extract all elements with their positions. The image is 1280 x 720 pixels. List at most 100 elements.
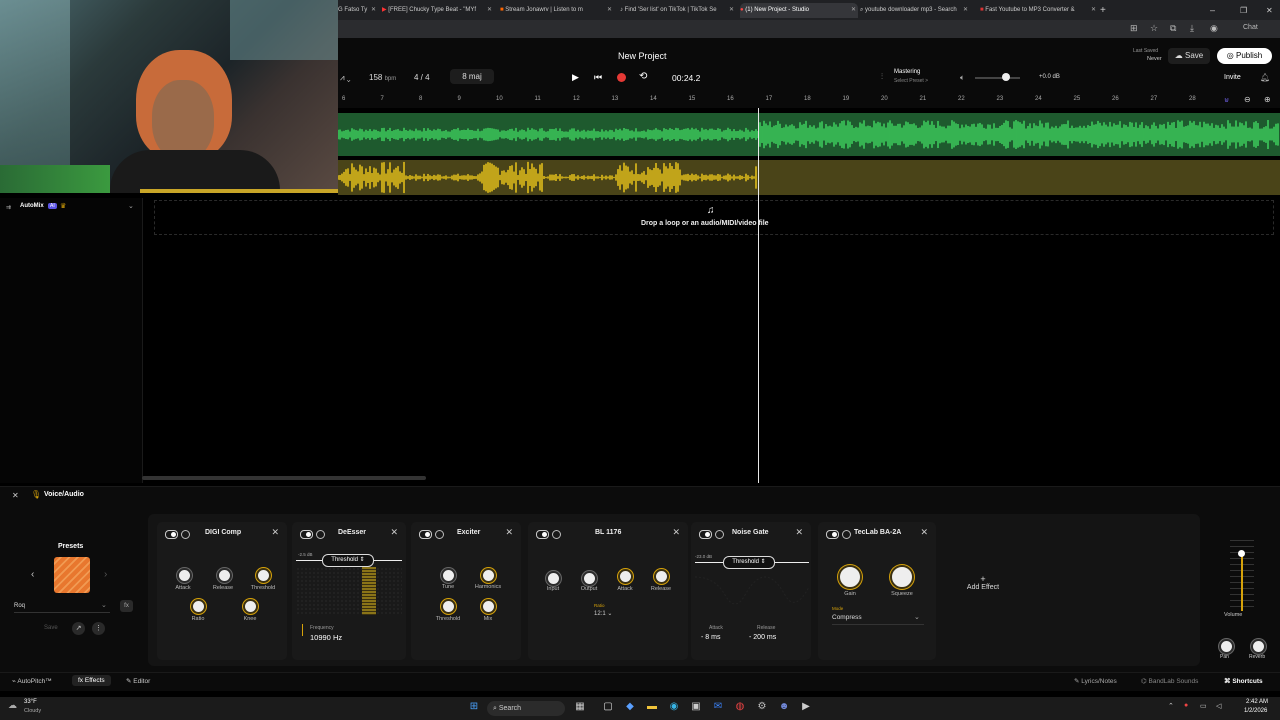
share-icon[interactable]: ↗ — [72, 622, 85, 635]
master-volume-slider[interactable] — [975, 77, 1020, 79]
automix-icon[interactable]: ⇉ — [6, 204, 11, 211]
ratio-select[interactable]: 12:1 ⌄ — [594, 610, 612, 617]
favorites-icon[interactable]: ☆ — [1150, 23, 1158, 34]
zoom-in-icon[interactable]: ⊕ — [1264, 95, 1271, 104]
close-icon[interactable]: ✕ — [963, 3, 968, 18]
harmonics-knob[interactable] — [481, 568, 496, 583]
attack-knob[interactable] — [618, 569, 633, 584]
threshold-control[interactable]: Threshold ⇕ — [322, 554, 374, 567]
steam-icon[interactable]: ⚙ — [756, 701, 768, 713]
release-value[interactable]: - 200 ms — [749, 634, 776, 641]
save-button[interactable]: ☁ Save — [1168, 48, 1210, 64]
tune-knob[interactable] — [441, 568, 456, 583]
close-icon[interactable]: ✕ — [390, 527, 398, 538]
effect-toggle[interactable] — [300, 530, 313, 539]
copilot-button[interactable]: Chat — [1243, 24, 1258, 31]
bandlab-sounds-button[interactable]: ⌬ BandLab Sounds — [1141, 677, 1198, 685]
effect-exciter[interactable]: Exciter ✕ Tune Harmonics Threshold Mix — [411, 522, 521, 660]
chevron-down-icon[interactable]: ⌄ — [128, 202, 134, 210]
zoom-out-icon[interactable]: ⊖ — [1244, 95, 1251, 104]
project-title[interactable]: New Project — [618, 51, 667, 61]
speaker-icon[interactable]: ◁ — [1216, 702, 1221, 710]
discord-icon[interactable]: ☻ — [778, 701, 790, 713]
output-knob[interactable] — [582, 571, 597, 586]
power-icon[interactable] — [552, 530, 561, 539]
avatar[interactable]: ◉ — [1210, 23, 1218, 34]
attack-knob[interactable] — [177, 568, 192, 583]
fx-icon[interactable]: fx — [120, 600, 133, 612]
task-view-icon[interactable]: ▦ — [574, 701, 586, 713]
time-signature[interactable]: 4 / 4 — [414, 73, 430, 82]
edge-icon[interactable]: ◉ — [668, 701, 680, 713]
close-icon[interactable]: ✕ — [271, 527, 279, 538]
collections-icon[interactable]: ⧉ — [1170, 23, 1176, 34]
snap-icon[interactable]: ⊍ — [1224, 96, 1229, 104]
pan-knob[interactable] — [1219, 639, 1234, 654]
battery-icon[interactable]: ▭ — [1200, 702, 1207, 710]
automix-label[interactable]: AutoMix — [20, 203, 44, 209]
browser-tab-active[interactable]: ● (1) New Project - Studio ✕ — [740, 3, 858, 18]
preset-prev-arrow[interactable]: ‹ — [31, 569, 34, 580]
mix-knob[interactable] — [481, 599, 496, 614]
browser-tab[interactable]: ♪ Find 'Ser list' on TikTok | TikTok Se ✕ — [620, 3, 736, 18]
chevron-down-icon[interactable]: ⌄ — [914, 613, 920, 621]
preset-artwork[interactable] — [54, 557, 90, 593]
effect-toggle[interactable] — [699, 530, 712, 539]
close-icon[interactable]: ✕ — [672, 527, 680, 538]
copilot-icon[interactable]: ◆ — [624, 701, 636, 713]
media-player-icon[interactable]: ▶ — [800, 701, 812, 713]
speaker-icon[interactable]: 🔈︎ — [960, 73, 965, 83]
input-knob[interactable] — [546, 571, 561, 586]
download-icon[interactable]: ⤓ — [1190, 23, 1194, 34]
playhead[interactable] — [758, 108, 759, 483]
ratio-knob[interactable] — [191, 599, 206, 614]
frequency-value[interactable]: 10990 Hz — [310, 633, 342, 642]
metronome-icon[interactable]: ⩘ ⌄ — [340, 73, 351, 83]
power-icon[interactable] — [316, 530, 325, 539]
release-knob[interactable] — [654, 569, 669, 584]
window-close-icon[interactable]: ✕ — [1266, 3, 1278, 18]
horizontal-scrollbar[interactable] — [142, 476, 426, 480]
effect-deesser[interactable]: DeEsser ✕ -2.5 dB Threshold ⇕ Frequency … — [292, 522, 406, 660]
record-button[interactable] — [617, 73, 626, 82]
bpm-field[interactable]: 158 bpm — [369, 73, 396, 82]
effect-toggle[interactable] — [536, 530, 549, 539]
new-tab-button[interactable]: + — [1100, 3, 1112, 18]
preset-next-arrow[interactable]: › — [104, 569, 107, 580]
timeline-ruler[interactable]: 6 7 8 9 10 11 12 13 14 15 16 17 18 19 20 21 22 23 24 25 26 27… — [338, 94, 1280, 108]
effect-toggle[interactable] — [419, 530, 432, 539]
drop-zone[interactable]: ♫ Drop a loop or an audio/MIDI/video fil… — [154, 200, 1274, 235]
close-icon[interactable]: ✕ — [1091, 3, 1096, 18]
invite-button[interactable]: Invite — [1224, 74, 1241, 81]
threshold-knob[interactable] — [256, 568, 271, 583]
store-icon[interactable]: ▣ — [690, 701, 702, 713]
more-icon[interactable]: ⋮ — [92, 622, 105, 635]
reverb-knob[interactable] — [1251, 639, 1266, 654]
power-icon[interactable] — [435, 530, 444, 539]
browser-tab[interactable]: ■ Fast Youtube to MP3 Converter & ✕ — [980, 3, 1098, 18]
clock-time[interactable]: 2:42 AM — [1246, 699, 1268, 705]
power-icon[interactable] — [181, 530, 190, 539]
release-knob[interactable] — [217, 568, 232, 583]
autopitch-tab[interactable]: ⌁ AutoPitch™ — [12, 677, 52, 685]
close-icon[interactable]: ✕ — [487, 3, 492, 18]
browser-tab[interactable]: G Fatso Ty ✕ — [338, 3, 378, 18]
volume-fader-handle[interactable] — [1238, 550, 1245, 557]
publish-button[interactable]: ◎ Publish — [1217, 48, 1272, 64]
loop-button[interactable]: ⟲ — [639, 71, 647, 82]
rewind-button[interactable]: ⏮ — [594, 72, 602, 83]
weather-temp[interactable]: 33°F — [24, 699, 37, 705]
maximize-icon[interactable]: ❐ — [1240, 3, 1252, 18]
close-panel-icon[interactable]: ✕ — [12, 491, 19, 500]
taskbar-search[interactable]: ⌕ Search — [487, 701, 565, 716]
close-icon[interactable]: ✕ — [920, 527, 928, 538]
chrome-icon[interactable]: ◍ — [734, 701, 746, 713]
add-effect-button[interactable]: + Add Effect — [960, 574, 1006, 591]
mastering-label[interactable]: Mastering — [894, 69, 920, 75]
chevron-down-icon[interactable]: ⌄ — [101, 601, 107, 609]
close-icon[interactable]: ✕ — [851, 3, 856, 18]
shortcuts-button[interactable]: ⌘ Shortcuts — [1224, 677, 1263, 685]
weather-desc[interactable]: Cloudy — [24, 708, 41, 714]
frequency-band[interactable] — [362, 567, 376, 615]
squeeze-knob[interactable] — [890, 565, 914, 589]
